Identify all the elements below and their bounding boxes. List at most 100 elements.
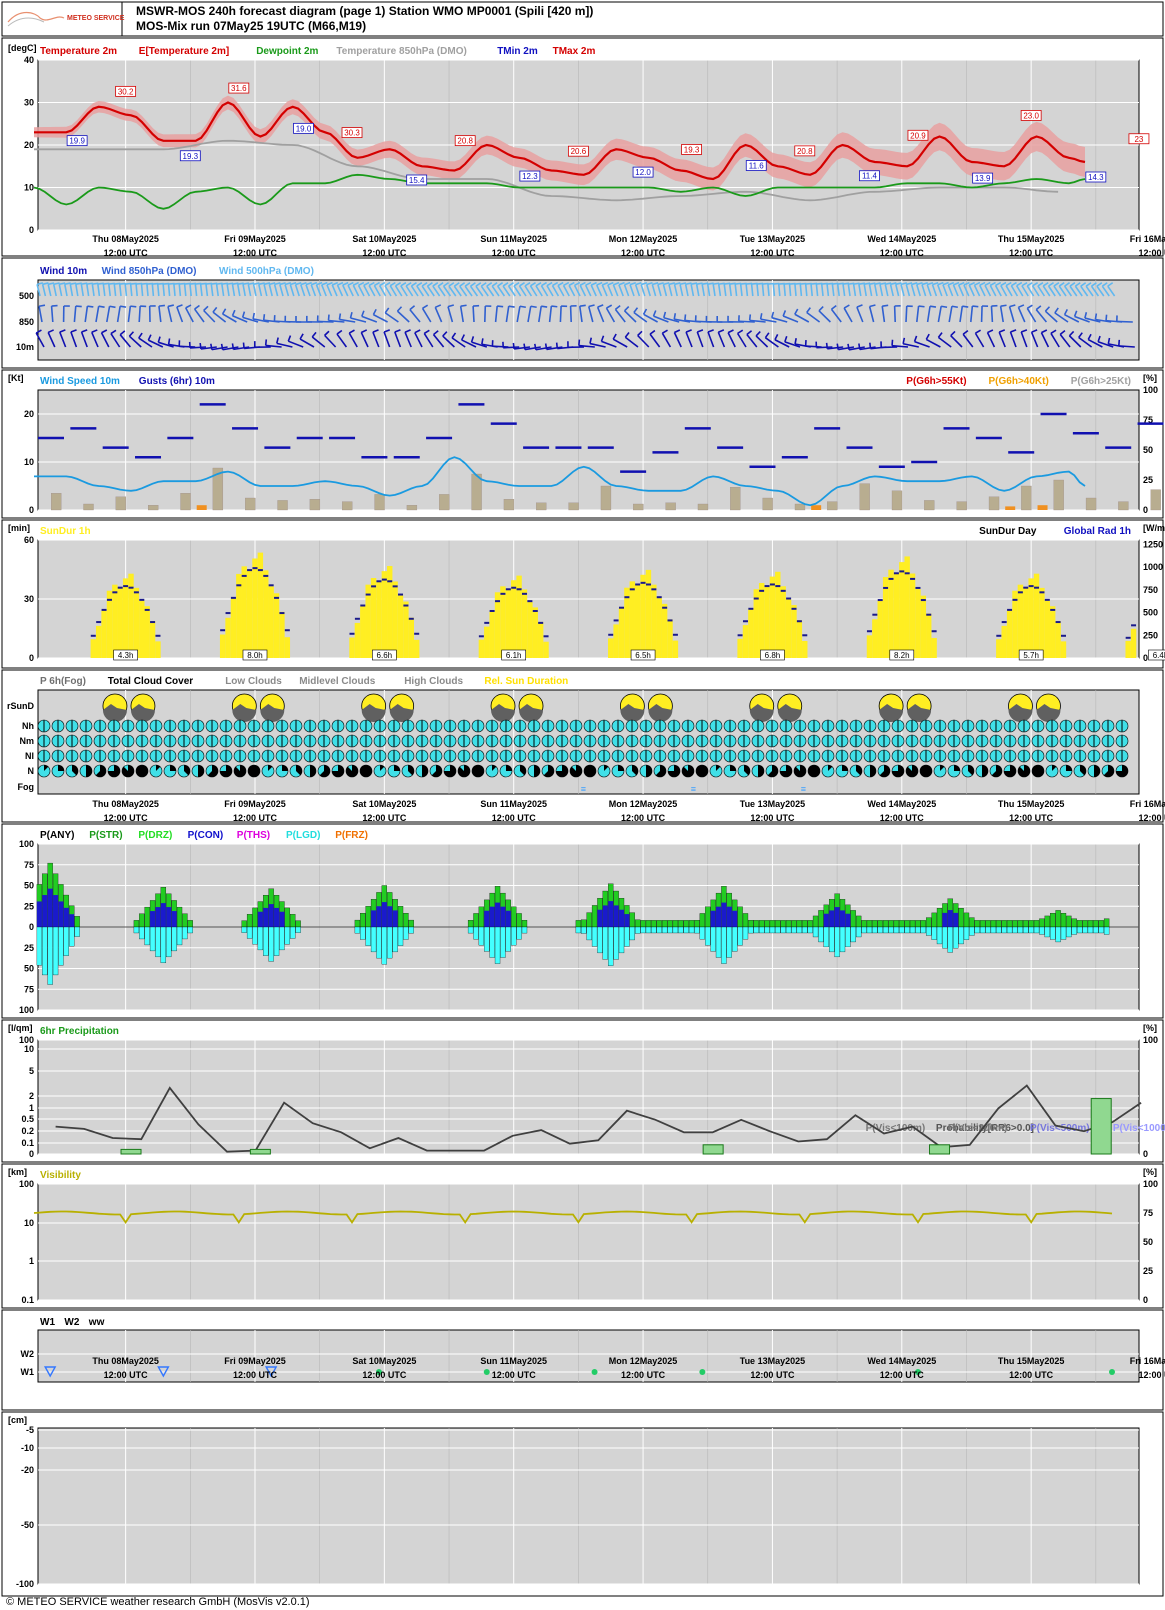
- global-rad-mark: [155, 634, 161, 637]
- sunshine-bar: [1006, 610, 1013, 658]
- p-str-bar: [985, 920, 991, 928]
- p-lgd-bar: [764, 926, 770, 934]
- wind-barb-feather: [810, 282, 818, 285]
- legend-entry: P(THS): [237, 830, 270, 841]
- p-str-bar: [290, 914, 296, 928]
- p-str-bar: [759, 920, 765, 928]
- wind-barb-feather: [508, 305, 515, 308]
- wind-barb-feather: [918, 305, 925, 308]
- p-lgd-bar: [791, 926, 797, 934]
- legend-entry: Temperature 2m: [40, 46, 117, 57]
- p-lgd-bar: [882, 926, 889, 934]
- legend-entry: Global Rad 1h: [1064, 526, 1131, 537]
- sunshine-bar: [219, 634, 226, 658]
- global-rad-mark: [629, 588, 635, 591]
- global-rad-mark: [279, 612, 285, 615]
- p-lgd-bar: [748, 926, 754, 934]
- p-con-bar: [823, 913, 829, 927]
- logo-text: METEO SERVICE: [67, 15, 125, 22]
- global-rad-mark: [893, 572, 899, 575]
- tick-label: 100: [19, 1035, 34, 1045]
- sunshine-bar: [489, 611, 495, 658]
- sunshine-bar: [90, 639, 96, 658]
- global-rad-mark: [371, 585, 377, 588]
- global-rad-mark: [495, 600, 501, 603]
- tick-label: [%]: [1143, 1167, 1157, 1177]
- p-lgd-bar: [780, 926, 786, 934]
- p-str-bar: [661, 920, 668, 928]
- wind-barb-feather: [778, 282, 785, 285]
- wind-barb-feather: [541, 305, 548, 308]
- wind-barb: [173, 283, 176, 297]
- tmax-label: 23.0: [1023, 111, 1039, 120]
- p-lgd-bar: [920, 926, 926, 934]
- legend-entry: Temperature 850hPa (DMO): [336, 46, 466, 57]
- time-label: 12:00 UTC: [750, 813, 795, 823]
- time-label: 12:00 UTC: [492, 248, 537, 258]
- wind-barb-feather: [544, 343, 548, 350]
- global-rad-mark: [759, 589, 765, 592]
- legend-entry: TMin 2m: [497, 46, 538, 57]
- tick-label: 50: [24, 881, 34, 891]
- p-lgd-bar: [397, 926, 404, 946]
- tick-label: 40: [24, 55, 34, 65]
- sunshine-bar: [521, 589, 528, 658]
- wind-barb-feather: [746, 282, 753, 285]
- gust-prob-bar: [1085, 497, 1097, 511]
- p-lgd-bar: [597, 926, 603, 954]
- tick-label: -5: [26, 1425, 34, 1435]
- global-rad-mark: [780, 589, 786, 592]
- time-label: 12:00 UTC: [880, 248, 925, 258]
- p-str-bar: [807, 920, 813, 928]
- sunshine-bar: [511, 580, 517, 658]
- p-str-bar: [651, 920, 657, 928]
- wind-barb-feather: [858, 282, 865, 285]
- tmin-label: 15.4: [409, 176, 425, 185]
- tick-label: -50: [21, 1520, 34, 1530]
- sunshine-bar: [802, 640, 808, 658]
- time-label: 12:00 UTC: [621, 1370, 666, 1380]
- p-lgd-bar: [74, 926, 80, 937]
- p-con-bar: [597, 909, 603, 927]
- global-rad-mark: [1055, 621, 1061, 624]
- p-lgd-bar: [47, 926, 53, 985]
- p-lgd-bar: [246, 926, 253, 939]
- gust-prob-bar: [83, 503, 94, 511]
- wind-barb: [1118, 345, 1135, 348]
- wind-barb-feather: [882, 304, 889, 307]
- global-rad-mark: [96, 621, 102, 624]
- gust-prob-bar: [1150, 489, 1161, 511]
- precip-bar: [1090, 1098, 1112, 1155]
- p-str-bar: [802, 920, 808, 928]
- wind-barb-feather: [690, 282, 698, 286]
- precip-bar: [702, 1144, 724, 1155]
- global-rad-mark: [996, 634, 1002, 637]
- global-rad-mark: [398, 593, 404, 596]
- precip-bar: [120, 1148, 142, 1155]
- p-str-bar: [1044, 915, 1050, 928]
- p-str-bar: [176, 906, 183, 928]
- p-lgd-bar: [996, 926, 1002, 934]
- sunshine-bar: [769, 576, 776, 658]
- sunshine-bar: [101, 610, 107, 658]
- p-str-bar: [672, 920, 679, 928]
- global-rad-mark: [802, 634, 808, 637]
- tick-label: 100: [19, 1005, 34, 1015]
- p-lgd-bar: [715, 926, 722, 958]
- wind-barb-feather: [237, 282, 244, 285]
- sunshine-bar: [640, 574, 646, 658]
- date-label: Thu 15May2025: [998, 234, 1065, 244]
- tick-label: 100: [19, 1179, 34, 1189]
- wind-barb-feather: [826, 282, 834, 285]
- p-lgd-bar: [737, 926, 743, 946]
- wind-barb-feather: [168, 282, 175, 285]
- gust-prob-bar: [309, 499, 321, 511]
- wind-barb-feather: [179, 282, 186, 285]
- sunshine-bar: [273, 593, 280, 658]
- p-str-bar: [737, 906, 743, 928]
- p-str-bar: [796, 920, 803, 928]
- tick-label: 75: [1143, 1208, 1153, 1218]
- p-con-bar: [166, 907, 172, 927]
- p-lgd-bar: [732, 926, 738, 952]
- p-lgd-bar: [263, 926, 269, 956]
